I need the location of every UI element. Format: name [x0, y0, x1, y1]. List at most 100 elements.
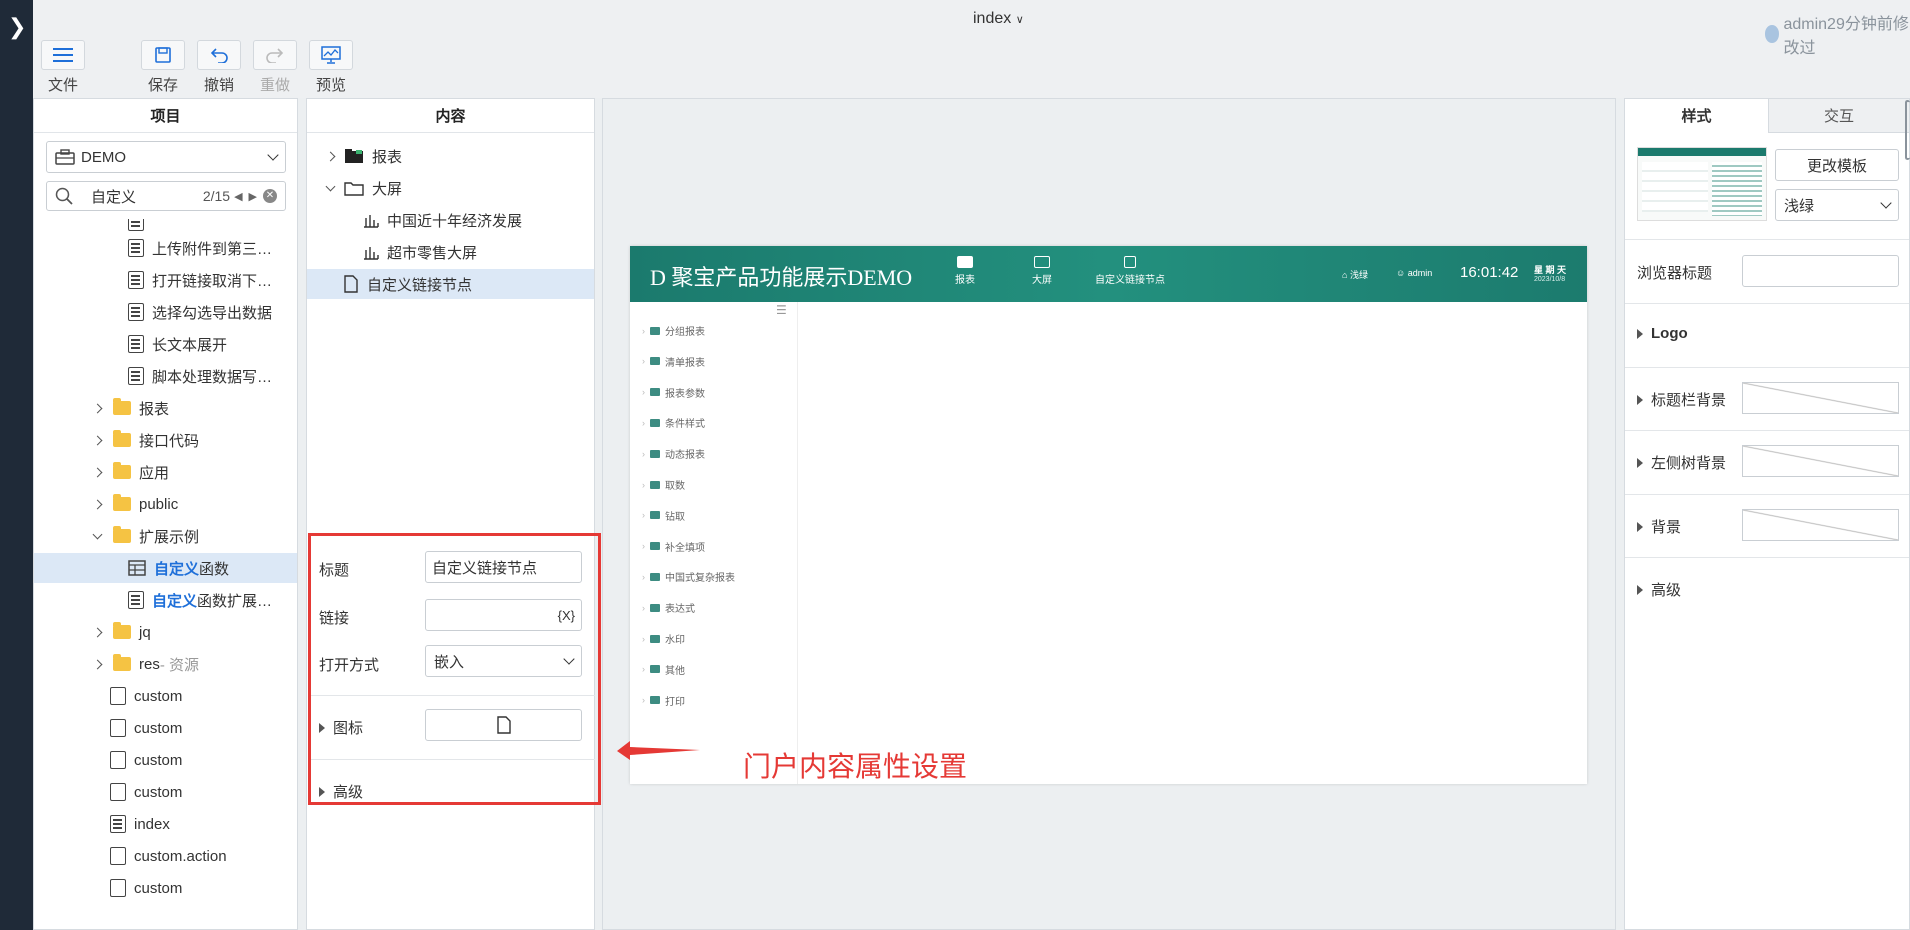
content-tree-item[interactable]: 超市零售大屏 — [363, 237, 477, 267]
chevron-right-icon[interactable] — [92, 627, 103, 637]
tree-folder[interactable]: jq — [92, 617, 151, 647]
preview-menu-item[interactable]: › 条件样式 — [642, 415, 705, 431]
tab-style-label: 样式 — [1681, 108, 1712, 125]
titlebar-bg-picker[interactable] — [1742, 382, 1899, 414]
tree-file[interactable]: custom — [110, 745, 182, 775]
content-tree-item[interactable]: 中国近十年经济发展 — [363, 205, 522, 235]
preview-nav-screen[interactable]: 大屏 — [1022, 256, 1062, 286]
logo-section-toggle[interactable]: Logo — [1637, 325, 1688, 342]
left-tree-bg-toggle[interactable]: 左侧树背景 — [1637, 452, 1726, 473]
chevron-right-icon[interactable] — [92, 403, 103, 413]
change-template-button[interactable]: 更改模板 — [1775, 149, 1899, 181]
ts-file-icon — [110, 847, 126, 865]
project-tree: ​ 上传附件到第三… 打开链接取消下… 选择勾选导出数据 长文本展开 脚本处理数… — [34, 219, 297, 929]
tree-folder[interactable]: public — [92, 489, 178, 519]
preview-menu-item[interactable]: › 表达式 — [642, 600, 695, 616]
tree-item[interactable]: 选择勾选导出数据 — [128, 297, 272, 327]
chevron-right-icon: › — [642, 602, 645, 613]
next-match-icon[interactable]: ▶ — [249, 190, 257, 203]
content-tree-item-selected[interactable]: 自定义链接节点 — [307, 269, 594, 299]
clear-search-icon[interactable]: ✕ — [263, 189, 277, 203]
preview-menu-label: 打印 — [665, 696, 685, 708]
preview-menu-item[interactable]: › 报表参数 — [642, 385, 705, 400]
preview-user[interactable]: ☺ admin — [1396, 268, 1432, 278]
tab-style[interactable]: 样式 — [1625, 99, 1768, 133]
tree-file[interactable]: custom.action — [110, 841, 227, 871]
preview-menu-item[interactable]: › 钻取 — [642, 508, 685, 523]
preview-nav-report[interactable]: 报表 — [940, 256, 990, 286]
project-select[interactable]: DEMO — [46, 141, 286, 173]
preview-menu-item[interactable]: › 分组报表 — [642, 323, 705, 339]
folder-icon — [650, 418, 660, 427]
divider — [1625, 557, 1909, 558]
tree-item[interactable]: 上传附件到第三… — [128, 233, 272, 263]
save-button[interactable]: 保存 — [139, 40, 187, 95]
undo-button[interactable]: 撤销 — [195, 40, 243, 95]
preview-menu-item[interactable]: › 打印 — [642, 693, 685, 708]
redo-button[interactable]: 重做 — [251, 40, 299, 95]
preview-menu-item[interactable]: › 取数 — [642, 477, 685, 493]
template-select[interactable]: 浅绿 — [1775, 189, 1899, 221]
sidebar-toggle-strip[interactable]: ❯ — [0, 0, 33, 930]
tree-search-input[interactable]: 自定义 2/15 ◀ ▶ ✕ — [46, 181, 286, 211]
chevron-right-icon[interactable] — [92, 467, 103, 477]
preview-theme[interactable]: ⌂ 浅绿 — [1342, 268, 1368, 281]
preview-nav-custom[interactable]: 自定义链接节点 — [1090, 256, 1170, 286]
background-toggle[interactable]: 背景 — [1637, 516, 1681, 537]
tree-folder[interactable]: res - 资源 — [92, 649, 199, 679]
tree-item-label: 自定义链接节点 — [367, 276, 473, 294]
preview-menu-item[interactable]: › 其他 — [642, 662, 685, 677]
content-tree-folder[interactable]: 大屏 — [325, 173, 402, 203]
chevron-right-icon[interactable] — [92, 659, 103, 669]
preview-menu-item[interactable]: › 动态报表 — [642, 446, 705, 462]
tree-folder[interactable]: 报表 — [92, 393, 169, 423]
annotation-box — [308, 533, 601, 805]
tree-item[interactable]: 脚本处理数据写… — [128, 361, 272, 391]
preview-menu-item[interactable]: › 水印 — [642, 631, 685, 647]
advanced-toggle[interactable]: 高级 — [1637, 579, 1681, 600]
divider — [1625, 494, 1909, 495]
prev-match-icon[interactable]: ◀ — [234, 190, 242, 203]
tree-folder[interactable]: 接口代码 — [92, 425, 199, 455]
left-tree-bg-picker[interactable] — [1742, 445, 1899, 477]
tree-item-selected[interactable]: 自定义 函数 — [34, 553, 297, 583]
undo-icon — [197, 40, 241, 70]
tree-file[interactable]: custom — [110, 681, 182, 711]
folder-icon — [113, 430, 131, 447]
chevron-right-icon: › — [642, 695, 645, 706]
file-menu-button[interactable]: 文件 — [39, 40, 87, 95]
tree-file[interactable]: custom — [110, 777, 182, 807]
document-title[interactable]: index ∨ — [973, 10, 1024, 28]
preview-menu-item[interactable]: › 中国式复杂报表 — [642, 569, 735, 585]
chevron-right-icon[interactable] — [325, 151, 336, 161]
tree-file[interactable]: custom — [110, 873, 182, 903]
scrollbar-handle[interactable] — [1905, 100, 1910, 160]
chevron-down-icon[interactable] — [92, 529, 103, 539]
preview-menu-item[interactable]: › 补全填项 — [642, 539, 705, 554]
tree-item[interactable]: 长文本展开 — [128, 329, 227, 359]
menu-icon[interactable]: ☰ — [776, 303, 787, 317]
chevron-down-icon — [1880, 197, 1892, 209]
preview-menu-item[interactable]: › 清单报表 — [642, 354, 705, 369]
tree-file[interactable]: custom — [110, 713, 182, 743]
chevron-right-icon[interactable]: ❯ — [8, 16, 26, 38]
content-tree-folder[interactable]: 报表 — [325, 141, 403, 171]
tab-interaction[interactable]: 交互 — [1768, 99, 1909, 133]
background-picker[interactable] — [1742, 509, 1899, 541]
tree-item[interactable]: 打开链接取消下… — [128, 265, 272, 295]
chevron-down-icon[interactable] — [325, 181, 336, 191]
tree-item-label: 报表 — [372, 148, 403, 166]
preview-menu-label: 补全填项 — [665, 542, 705, 554]
tree-folder[interactable]: 扩展示例 — [92, 521, 199, 551]
chevron-right-icon[interactable] — [92, 435, 103, 445]
tree-item[interactable]: 自定义 函数扩展… — [128, 585, 272, 615]
tree-item-label: 脚本处理数据写… — [152, 368, 273, 386]
tree-folder[interactable]: 应用 — [92, 457, 169, 487]
tree-file[interactable]: index — [110, 809, 170, 839]
chevron-right-icon[interactable] — [92, 499, 103, 509]
browser-title-input[interactable] — [1742, 255, 1899, 287]
bar-chart-icon — [364, 215, 379, 228]
titlebar-bg-toggle[interactable]: 标题栏背景 — [1637, 389, 1726, 410]
preview-button[interactable]: 预览 — [307, 40, 355, 95]
template-thumbnail[interactable] — [1637, 147, 1767, 221]
